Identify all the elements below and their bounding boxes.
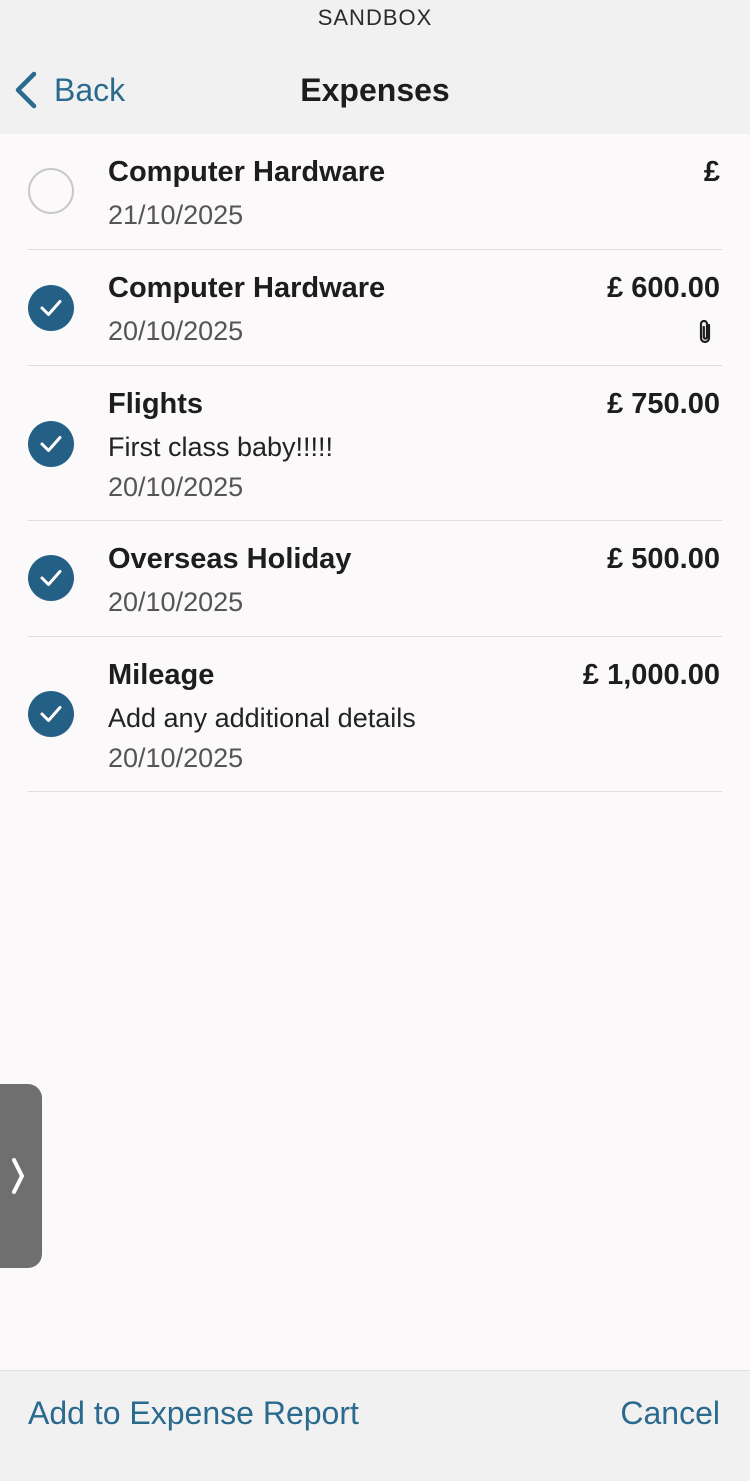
expense-description: Add any additional details xyxy=(108,703,416,733)
expense-title: Mileage xyxy=(108,659,215,691)
expense-row[interactable]: Mileage Add any additional details 20/10… xyxy=(0,637,750,792)
expense-row[interactable]: Computer Hardware 21/10/2025 £ xyxy=(0,134,750,250)
expense-amount: £ 600.00 xyxy=(607,272,720,304)
checkmark-circle-icon[interactable] xyxy=(28,691,74,737)
expense-row[interactable]: Computer Hardware 20/10/2025 £ 600.00 xyxy=(0,250,750,366)
paperclip-icon xyxy=(699,319,711,344)
expense-amount: £ xyxy=(703,156,720,188)
expense-amount: £ 1,000.00 xyxy=(582,659,720,691)
expense-date: 20/10/2025 xyxy=(108,316,244,346)
navigation-bar: Back Expenses xyxy=(0,36,750,134)
expense-amount: £ 750.00 xyxy=(607,388,720,420)
expense-date: 21/10/2025 xyxy=(108,200,244,230)
cancel-button[interactable]: Cancel xyxy=(620,1395,720,1432)
expense-list: Computer Hardware 21/10/2025 £ Computer … xyxy=(0,134,750,792)
expense-title: Flights xyxy=(108,388,204,420)
expense-title: Overseas Holiday xyxy=(108,543,352,575)
drawer-handle[interactable] xyxy=(0,1084,42,1268)
checkmark-circle-icon[interactable] xyxy=(28,421,74,467)
sandbox-label: SANDBOX xyxy=(317,5,433,30)
expense-title: Computer Hardware xyxy=(108,156,386,188)
expense-date: 20/10/2025 xyxy=(108,587,244,617)
bottom-toolbar: Add to Expense Report Cancel xyxy=(0,1370,750,1481)
page-title: Expenses xyxy=(300,72,450,108)
expense-description: First class baby!!!!! xyxy=(108,432,334,462)
expense-row[interactable]: Flights First class baby!!!!! 20/10/2025… xyxy=(0,366,750,521)
expense-date: 20/10/2025 xyxy=(108,743,244,773)
sandbox-banner: SANDBOX xyxy=(0,0,750,36)
checkmark-circle-icon[interactable] xyxy=(28,285,74,331)
expense-date: 20/10/2025 xyxy=(108,472,244,502)
expense-title: Computer Hardware xyxy=(108,272,386,304)
row-divider xyxy=(28,791,722,792)
expense-row[interactable]: Overseas Holiday 20/10/2025 £ 500.00 xyxy=(0,521,750,637)
add-to-expense-report-button[interactable]: Add to Expense Report xyxy=(28,1395,359,1432)
chevron-right-icon xyxy=(12,1158,24,1194)
expense-amount: £ 500.00 xyxy=(607,543,720,575)
empty-circle-icon[interactable] xyxy=(28,168,74,214)
checkmark-circle-icon[interactable] xyxy=(28,555,74,601)
